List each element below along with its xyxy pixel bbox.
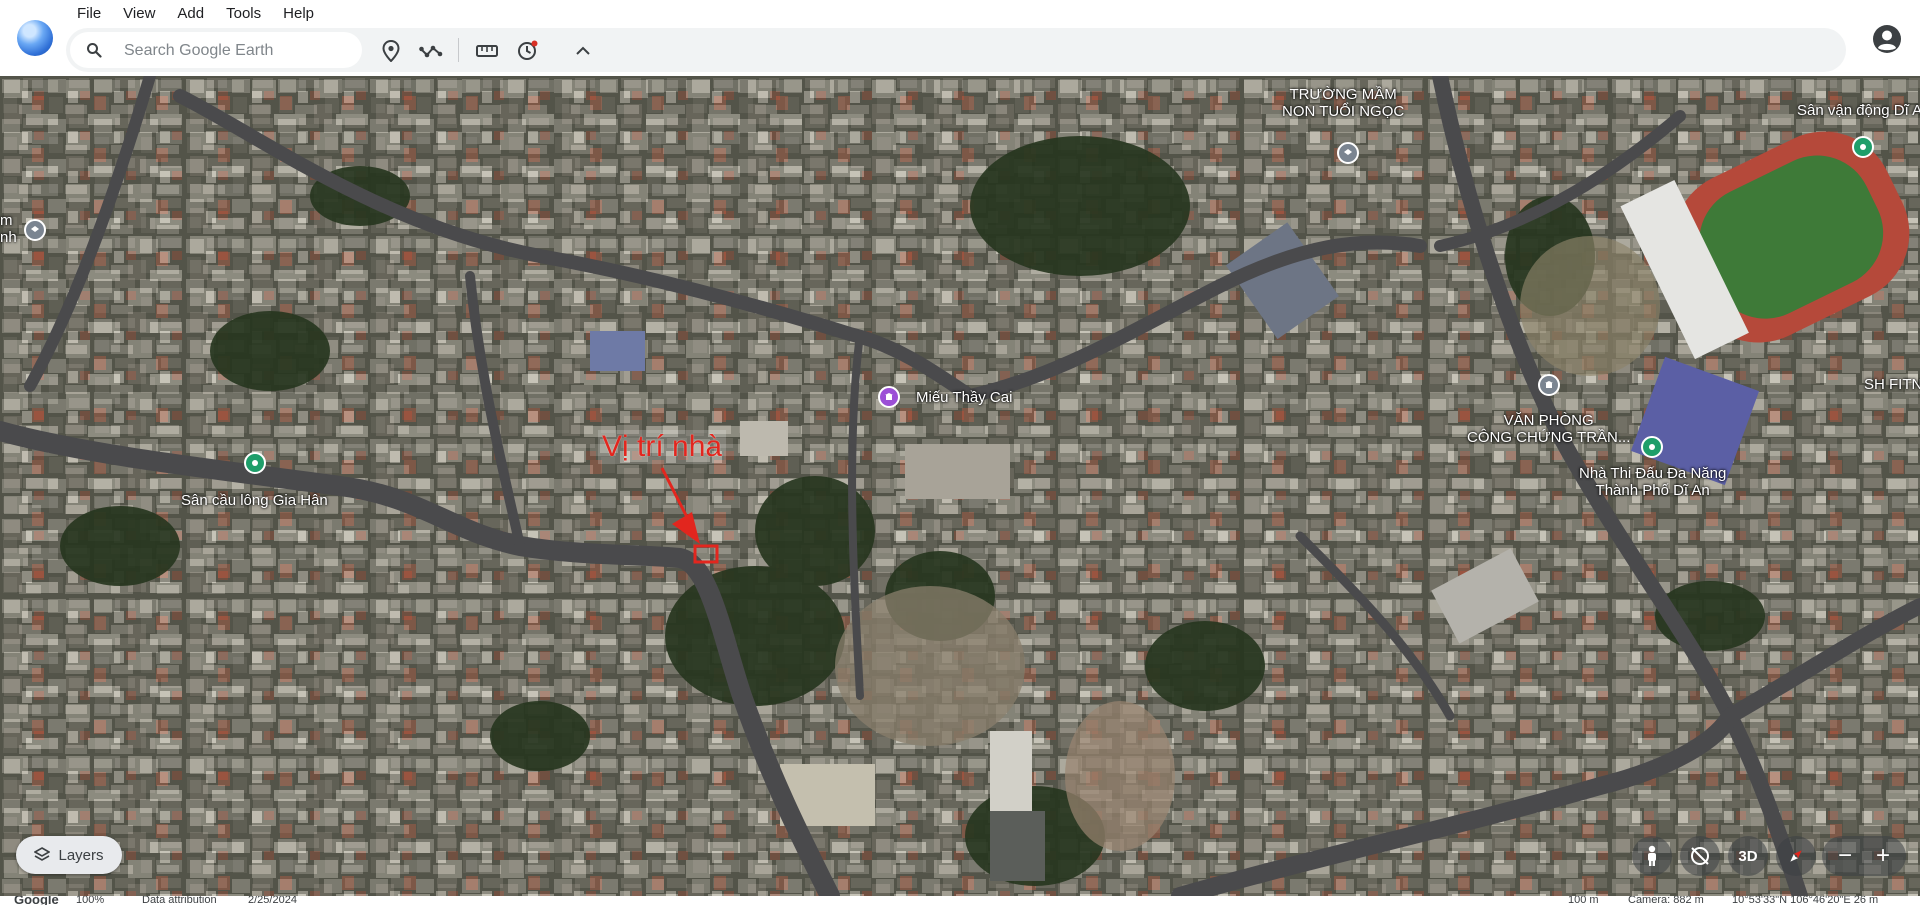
toolbar-divider bbox=[458, 38, 459, 62]
arena-pin-icon[interactable] bbox=[1641, 436, 1663, 458]
label-badminton[interactable]: Sân cầu lông Gia Hân bbox=[181, 492, 328, 509]
label-arena-line2: Thành Phố Dĩ An bbox=[1595, 482, 1710, 499]
zoom-control: − + bbox=[1822, 836, 1906, 876]
google-earth-logo[interactable] bbox=[17, 20, 53, 56]
menu-tools[interactable]: Tools bbox=[215, 4, 272, 24]
label-office-line1: VĂN PHÒNG bbox=[1503, 412, 1594, 429]
pegman-button[interactable] bbox=[1632, 836, 1672, 876]
leaf-icon bbox=[1860, 144, 1866, 150]
placemark-icon bbox=[382, 40, 400, 62]
zoom-in-button[interactable]: + bbox=[1868, 842, 1898, 870]
add-placemark-button[interactable] bbox=[378, 38, 404, 64]
path-icon bbox=[419, 45, 443, 58]
school-icon bbox=[31, 226, 39, 232]
temple-icon bbox=[885, 393, 893, 400]
temple-pin-icon[interactable] bbox=[878, 386, 900, 408]
menu-help[interactable]: Help bbox=[272, 4, 325, 24]
leaf-icon bbox=[1649, 444, 1655, 450]
stadium-pin-icon[interactable] bbox=[1852, 136, 1874, 158]
tilt-button[interactable] bbox=[1680, 836, 1720, 876]
history-icon bbox=[518, 40, 538, 60]
ruler-icon bbox=[476, 45, 498, 57]
menu-view[interactable]: View bbox=[112, 4, 166, 24]
search-box[interactable] bbox=[70, 32, 362, 68]
house-location-annotation: Vị trí nhà bbox=[598, 430, 727, 464]
imagery-date: 2/25/2024 bbox=[248, 896, 297, 905]
label-left-edge-line2: nh bbox=[0, 229, 17, 246]
label-fitness[interactable]: SH FITN bbox=[1864, 376, 1920, 393]
layers-label: Layers bbox=[58, 846, 104, 864]
compass-icon bbox=[1790, 850, 1802, 862]
label-left-edge[interactable]: m nh bbox=[0, 212, 17, 246]
app-header: File View Add Tools Help bbox=[0, 0, 1920, 76]
label-school[interactable]: TRƯỜNG MẦM NON TUỔI NGỌC bbox=[1282, 86, 1404, 120]
layers-button[interactable]: Layers bbox=[16, 836, 122, 874]
label-stadium[interactable]: Sân vận động Dĩ A bbox=[1797, 102, 1920, 119]
three-d-button[interactable]: 3D bbox=[1728, 836, 1768, 876]
label-office[interactable]: VĂN PHÒNG CÔNG CHỨNG TRẦN... bbox=[1467, 412, 1630, 446]
historical-imagery-button[interactable] bbox=[514, 38, 540, 64]
measure-button[interactable] bbox=[474, 38, 500, 64]
chevron-up-icon bbox=[576, 46, 590, 55]
office-pin-icon[interactable] bbox=[1538, 374, 1560, 396]
left-edge-pin-icon[interactable] bbox=[24, 219, 46, 241]
badminton-pin-icon[interactable] bbox=[244, 452, 266, 474]
label-school-line1: TRƯỜNG MẦM bbox=[1289, 86, 1397, 103]
account-icon[interactable] bbox=[1872, 24, 1902, 54]
collapse-toolbar-button[interactable] bbox=[570, 38, 596, 64]
label-school-line2: NON TUỔI NGỌC bbox=[1282, 103, 1405, 120]
google-wordmark: Google bbox=[14, 896, 59, 905]
loading-progress: 100% bbox=[76, 896, 105, 905]
map-view[interactable]: TRƯỜNG MẦM NON TUỔI NGỌC Sân vận động Dĩ… bbox=[0, 76, 1920, 896]
label-temple[interactable]: Miếu Thầy Cai bbox=[916, 389, 1012, 406]
scale-bar: 100 m bbox=[1568, 896, 1599, 905]
compass-button[interactable] bbox=[1776, 836, 1816, 876]
label-arena-line1: Nhà Thi Đấu Đa Năng bbox=[1579, 465, 1727, 482]
zoom-out-button[interactable]: − bbox=[1830, 842, 1860, 870]
tilt-off-icon bbox=[1691, 847, 1709, 865]
data-attribution-link[interactable]: Data attribution bbox=[142, 896, 217, 905]
leaf-icon bbox=[252, 460, 258, 466]
label-arena[interactable]: Nhà Thi Đấu Đa Năng Thành Phố Dĩ An bbox=[1579, 465, 1726, 499]
school-icon bbox=[1344, 149, 1352, 155]
menu-add[interactable]: Add bbox=[166, 4, 215, 24]
search-icon bbox=[87, 43, 102, 58]
add-path-button[interactable] bbox=[418, 38, 444, 64]
menu-bar: File View Add Tools Help bbox=[66, 4, 325, 24]
menu-file[interactable]: File bbox=[66, 4, 112, 24]
cursor-coordinates: 10°53'33"N 106°46'20"E 26 m bbox=[1732, 896, 1879, 905]
school-pin-icon[interactable] bbox=[1337, 142, 1359, 164]
label-left-edge-line1: m bbox=[0, 212, 13, 229]
layers-icon bbox=[34, 847, 51, 861]
camera-altitude: Camera: 882 m bbox=[1628, 896, 1704, 905]
search-input[interactable] bbox=[122, 38, 356, 64]
office-icon bbox=[1545, 381, 1553, 388]
status-bar: Google 100% Data attribution 2/25/2024 1… bbox=[0, 896, 1920, 905]
pegman-icon bbox=[1648, 845, 1656, 866]
label-office-line2: CÔNG CHỨNG TRẦN... bbox=[1467, 429, 1631, 446]
